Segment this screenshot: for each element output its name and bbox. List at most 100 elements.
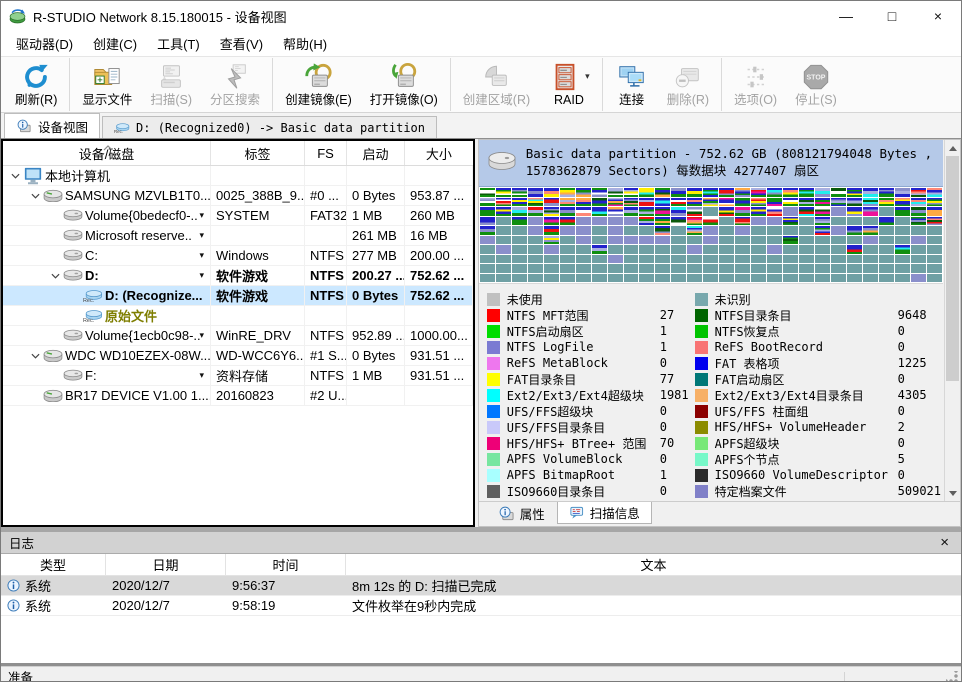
log-column-header-2[interactable]: 时间: [226, 554, 346, 575]
log-row-1[interactable]: 系统2020/12/79:58:19文件枚举在9秒内完成: [1, 596, 961, 616]
legend-label: ISO9660 VolumeDescriptor: [715, 468, 891, 482]
row-dropdown-arrow-icon[interactable]: ▾: [199, 330, 204, 341]
device-cell: SAMSUNG MZVLB1T0...: [3, 186, 211, 205]
scan-block: [719, 188, 734, 197]
info-icon: [7, 599, 20, 612]
toolbar-open-image-button[interactable]: 打开镜像(O): [361, 58, 447, 111]
legend-item: 未使用: [487, 291, 689, 307]
row-dropdown-arrow-icon[interactable]: ▾: [199, 250, 204, 261]
legend-swatch: [487, 405, 500, 418]
size-cell: [405, 306, 473, 325]
legend-label: ReFS MetaBlock: [507, 356, 653, 370]
legend-count: 5: [898, 452, 905, 466]
scan-block: [592, 255, 607, 264]
scan-block: [480, 236, 495, 245]
log-column-header-1[interactable]: 日期: [106, 554, 226, 575]
log-column-header-0[interactable]: 类型: [1, 554, 106, 575]
scan-block: [639, 274, 654, 283]
sort-indicator-icon: [103, 139, 113, 154]
scan-block: [831, 188, 846, 197]
toolbar-refresh-button[interactable]: 刷新(R): [6, 58, 66, 111]
scan-block: [671, 255, 686, 264]
log-type-cell: 系统: [1, 576, 106, 595]
scan-block: [879, 274, 894, 283]
maximize-button[interactable]: □: [869, 1, 915, 31]
legend-item: Ext2/Ext3/Ext4超级块1981: [487, 387, 689, 403]
scrollbar-thumb[interactable]: [946, 156, 959, 381]
device-row-7[interactable]: Rec.原始文件: [3, 306, 473, 326]
log-row-0[interactable]: 系统2020/12/79:56:378m 12s 的 D: 扫描已完成: [1, 576, 961, 596]
scan-block-map[interactable]: [479, 187, 943, 283]
resize-grip[interactable]: [946, 671, 958, 682]
toolbar-raid-button[interactable]: ▾RAID: [539, 58, 599, 111]
device-row-1[interactable]: SAMSUNG MZVLB1T0...0025_388B_9...#0 ...0…: [3, 186, 473, 206]
info-icon: [7, 579, 20, 592]
log-close-icon[interactable]: ×: [936, 535, 953, 550]
toolbar-create-image-button[interactable]: 创建镜像(E): [276, 58, 361, 111]
scan-block: [560, 188, 575, 197]
log-time-cell: 9:56:37: [226, 576, 346, 595]
tab-device-view[interactable]: 设备视图: [4, 113, 100, 138]
menu-item-0[interactable]: 驱动器(D): [6, 31, 83, 56]
scroll-up-arrow-icon[interactable]: [945, 140, 960, 156]
menu-item-1[interactable]: 创建(C): [83, 31, 147, 56]
size-cell: 931.51 ...: [405, 366, 473, 385]
scan-block: [927, 274, 942, 283]
device-row-6[interactable]: Rec.D: (Recognize...软件游戏NTFS0 Bytes752.6…: [3, 286, 473, 306]
toolbar-show-files-button[interactable]: 显示文件: [73, 58, 141, 111]
legend-label: HFS/HFS+ BTree+ 范围: [507, 435, 653, 452]
expander-icon[interactable]: [27, 353, 43, 359]
expander-icon[interactable]: [47, 273, 63, 279]
menu-item-4[interactable]: 帮助(H): [273, 31, 337, 56]
log-date-cell: 2020/12/7: [106, 596, 226, 615]
device-name: C:: [85, 248, 98, 263]
legend-label: APFS个节点: [715, 451, 891, 468]
device-row-2[interactable]: Volume{0bedecf0-..▾SYSTEMFAT321 MB260 MB: [3, 206, 473, 226]
column-header-4[interactable]: 大小: [405, 141, 473, 165]
legend-swatch: [695, 373, 708, 386]
scan-block: [560, 245, 575, 254]
minimize-button[interactable]: —: [823, 1, 869, 31]
size-cell: 752.62 ...: [405, 286, 473, 305]
log-column-header-3[interactable]: 文本: [346, 554, 961, 575]
device-row-9[interactable]: WDC WD10EZEX-08W...WD-WCC6Y6...#1 S...0 …: [3, 346, 473, 366]
row-dropdown-arrow-icon[interactable]: ▾: [199, 230, 204, 241]
scan-block: [592, 236, 607, 245]
panel-tab-properties[interactable]: 属性: [487, 502, 557, 524]
scan-block: [751, 198, 766, 207]
raid-dropdown-arrow-icon[interactable]: ▾: [585, 71, 590, 82]
close-button[interactable]: ×: [915, 1, 961, 31]
device-row-10[interactable]: F:▾资料存储NTFS1 MB931.51 ...: [3, 366, 473, 386]
device-row-11[interactable]: BR17 DEVICE V1.00 1....20160823#2 U...: [3, 386, 473, 406]
tab-recognized-partition[interactable]: Rec.D: (Recognized0) -> Basic data parti…: [102, 116, 437, 138]
device-row-3[interactable]: Microsoft reserve..▾261 MB16 MB: [3, 226, 473, 246]
scan-block: [496, 207, 511, 216]
column-header-1[interactable]: 标签: [211, 141, 305, 165]
expander-icon[interactable]: [27, 193, 43, 199]
toolbar-group-4: 连接删除(R): [603, 58, 722, 111]
row-dropdown-arrow-icon[interactable]: ▾: [199, 370, 204, 381]
size-cell: 16 MB: [405, 226, 473, 245]
expander-icon[interactable]: [7, 173, 23, 179]
legend-label: APFS超级块: [715, 435, 891, 452]
legend-count: 9648: [898, 308, 927, 322]
panel-tab-scan-info[interactable]: 扫描信息: [557, 502, 652, 524]
toolbar-connect-button[interactable]: 连接: [606, 58, 658, 111]
device-row-8[interactable]: Volume{1ecb0c98-..▾WinRE_DRVNTFS952.89 .…: [3, 326, 473, 346]
menu-item-2[interactable]: 工具(T): [147, 31, 210, 56]
device-row-0[interactable]: 本地计算机: [3, 166, 473, 186]
row-dropdown-arrow-icon[interactable]: ▾: [199, 210, 204, 221]
row-dropdown-arrow-icon[interactable]: ▾: [199, 270, 204, 281]
column-header-3[interactable]: 启动: [347, 141, 405, 165]
volume-icon: [63, 369, 83, 381]
scroll-down-arrow-icon[interactable]: [945, 485, 960, 501]
legend-swatch: [487, 357, 500, 370]
menu-item-3[interactable]: 查看(V): [210, 31, 273, 56]
column-header-2[interactable]: FS: [305, 141, 347, 165]
scan-block: [544, 217, 559, 226]
device-row-4[interactable]: C:▾WindowsNTFS277 MB200.00 ...: [3, 246, 473, 266]
scan-panel-scrollbar[interactable]: [944, 140, 960, 501]
device-row-5[interactable]: D:▾软件游戏NTFS200.27 ...752.62 ...: [3, 266, 473, 286]
scan-block: [863, 226, 878, 235]
legend-item: NTFS MFT范围27: [487, 307, 689, 323]
